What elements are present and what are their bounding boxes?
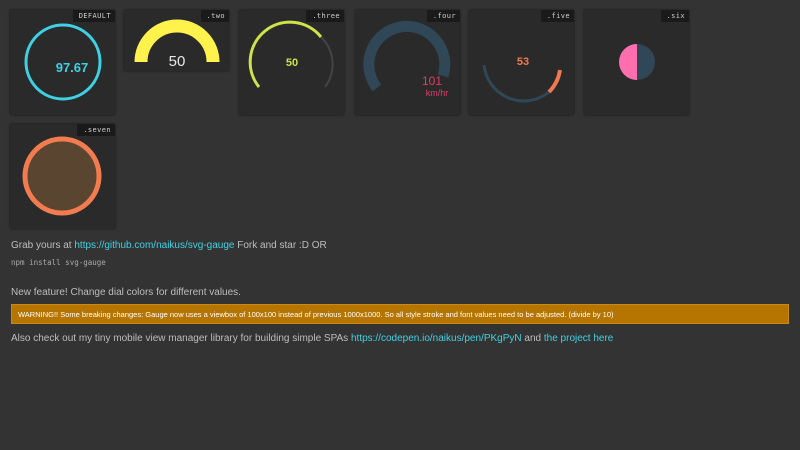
gauge-card-four: 101 km/hr .four — [355, 10, 460, 115]
codepen-link[interactable]: https://codepen.io/naikus/pen/PKgPyN — [351, 333, 522, 344]
gauge-three: 50 — [248, 20, 334, 88]
gauge-tag-six: .six — [660, 10, 689, 22]
gauge-tag-four: .four — [426, 10, 460, 22]
gauge-default-value: 97.67 — [56, 60, 89, 75]
gauge-card-six: .six — [584, 10, 689, 115]
gauge-card-five: 53 .five — [469, 10, 574, 115]
gauge-seven — [22, 136, 102, 216]
gauge-tag-three: .three — [306, 10, 344, 22]
gauge-tag-default: DEFAULT — [72, 10, 115, 22]
grab-suffix: Fork and star :D OR — [234, 240, 327, 251]
gauge-four-unit: km/hr — [426, 88, 449, 98]
gauge-card-three: 50 .three — [239, 10, 344, 115]
github-link[interactable]: https://github.com/naikus/svg-gauge — [74, 240, 234, 251]
gauge-three-value: 50 — [286, 57, 298, 69]
new-feature-text: New feature! Change dial colors for diff… — [11, 287, 241, 298]
gauge-card-two: 50 .two — [124, 10, 229, 71]
gauge-default: 97.67 — [24, 23, 102, 101]
gauge-five-value: 53 — [517, 56, 529, 68]
also-check-text: Also check out my tiny mobile view manag… — [11, 333, 613, 344]
gauge-two-value: 50 — [169, 53, 186, 70]
gauge-four: 101 km/hr — [363, 20, 451, 98]
gauge-tag-two: .two — [200, 10, 229, 22]
also-prefix: Also check out my tiny mobile view manag… — [11, 333, 351, 344]
gauge-tag-five: .five — [540, 10, 574, 22]
gauge-tag-seven: .seven — [77, 124, 115, 136]
gauge-five: 53 — [482, 56, 562, 103]
grab-prefix: Grab yours at — [11, 240, 75, 251]
gauge-four-value: 101 — [422, 74, 442, 88]
grab-text: Grab yours at https://github.com/naikus/… — [11, 240, 327, 251]
gauge-card-default: 97.67 DEFAULT — [10, 10, 115, 115]
also-and: and — [521, 333, 544, 344]
gauge-card-seven: .seven — [10, 124, 115, 229]
npm-install-code: npm install svg-gauge — [11, 258, 106, 267]
gauge-six — [619, 44, 655, 80]
warning-banner: WARNING!! Some breaking changes: Gauge n… — [11, 304, 789, 324]
project-link[interactable]: the project here — [544, 333, 614, 344]
